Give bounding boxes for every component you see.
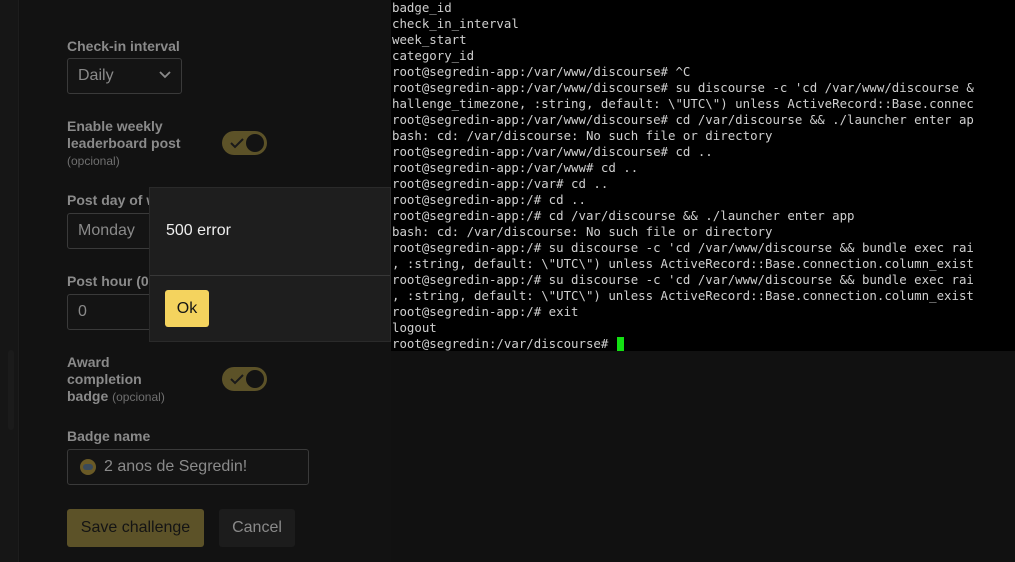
terminal-line: root@segredin-app:/# su discourse -c 'cd… bbox=[392, 240, 974, 255]
post-hour-value: 0 bbox=[78, 303, 87, 320]
save-challenge-button[interactable]: Save challenge bbox=[67, 509, 204, 547]
post-hour-label: Post hour (0 bbox=[67, 273, 149, 289]
weekly-leaderboard-toggle[interactable] bbox=[222, 131, 267, 155]
post-day-label: Post day of w bbox=[67, 192, 158, 208]
terminal-line: hallenge_timezone, :string, default: \"U… bbox=[392, 96, 974, 111]
terminal-line: root@segredin-app:/var/www# cd .. bbox=[392, 160, 639, 175]
ok-button[interactable]: Ok bbox=[165, 290, 209, 327]
chevron-down-icon bbox=[159, 71, 171, 79]
badge-emoji-icon[interactable] bbox=[80, 459, 96, 475]
terminal-line: root@segredin-app:/var/www/discourse# su… bbox=[392, 80, 974, 95]
checkin-interval-value: Daily bbox=[78, 67, 114, 84]
rail-scroll-thumb[interactable] bbox=[8, 350, 14, 430]
award-badge-optional: (opcional) bbox=[112, 390, 165, 404]
terminal-line: root@segredin-app:/# cd /var/discourse &… bbox=[392, 208, 855, 223]
terminal-line: root@segredin:/var/discourse# bbox=[392, 336, 1015, 351]
check-icon bbox=[230, 138, 244, 149]
terminal-line: week_start bbox=[392, 32, 467, 47]
badge-name-value: 2 anos de Segredin! bbox=[104, 458, 248, 475]
badge-name-label: Badge name bbox=[67, 428, 151, 444]
badge-name-input[interactable]: 2 anos de Segredin! bbox=[67, 449, 309, 485]
cancel-button[interactable]: Cancel bbox=[219, 509, 295, 547]
terminal-line: root@segredin-app:/# cd .. bbox=[392, 192, 586, 207]
terminal-output: badge_id check_in_interval week_start categ… bbox=[391, 0, 1015, 351]
check-icon bbox=[230, 374, 244, 385]
error-dialog: 500 error Ok bbox=[149, 187, 391, 342]
terminal-line: root@segredin-app:/var/www/discourse# cd… bbox=[392, 144, 713, 159]
weekly-leaderboard-label: Enable weekly leaderboard post (opcional… bbox=[67, 118, 187, 170]
terminal-line: category_id bbox=[392, 48, 475, 63]
checkin-interval-label: Check-in interval bbox=[67, 38, 180, 54]
terminal-line: root@segredin-app:/# exit bbox=[392, 304, 579, 319]
dialog-divider bbox=[150, 275, 390, 276]
toggle-knob bbox=[246, 370, 264, 388]
terminal-line: root@segredin-app:/var# cd .. bbox=[392, 176, 609, 191]
terminal-line: root@segredin-app:/# su discourse -c 'cd… bbox=[392, 272, 974, 287]
terminal-window[interactable]: badge_id check_in_interval week_start categ… bbox=[391, 0, 1015, 351]
terminal-line: logout bbox=[392, 320, 437, 335]
checkin-interval-select[interactable]: Daily bbox=[67, 58, 182, 94]
award-badge-label: Award completion badge (opcional) bbox=[67, 354, 177, 406]
weekly-leaderboard-optional: (opcional) bbox=[67, 154, 120, 168]
terminal-line: , :string, default: \"UTC\") unless Acti… bbox=[392, 256, 974, 271]
terminal-line: badge_id bbox=[392, 0, 452, 15]
award-badge-toggle[interactable] bbox=[222, 367, 267, 391]
background-area bbox=[391, 351, 1015, 562]
terminal-line: root@segredin-app:/var/www/discourse# cd… bbox=[392, 112, 974, 127]
terminal-line: , :string, default: \"UTC\") unless Acti… bbox=[392, 288, 974, 303]
terminal-line: bash: cd: /var/discourse: No such file o… bbox=[392, 224, 773, 239]
left-scroll-rail bbox=[0, 0, 19, 562]
terminal-line: check_in_interval bbox=[392, 16, 519, 31]
weekly-leaderboard-label-text: Enable weekly leaderboard post bbox=[67, 118, 181, 151]
error-message: 500 error bbox=[166, 222, 231, 239]
terminal-line: root@segredin-app:/var/www/discourse# ^C bbox=[392, 64, 691, 79]
post-day-value: Monday bbox=[78, 222, 135, 239]
toggle-knob bbox=[246, 134, 264, 152]
terminal-line: bash: cd: /var/discourse: No such file o… bbox=[392, 128, 773, 143]
